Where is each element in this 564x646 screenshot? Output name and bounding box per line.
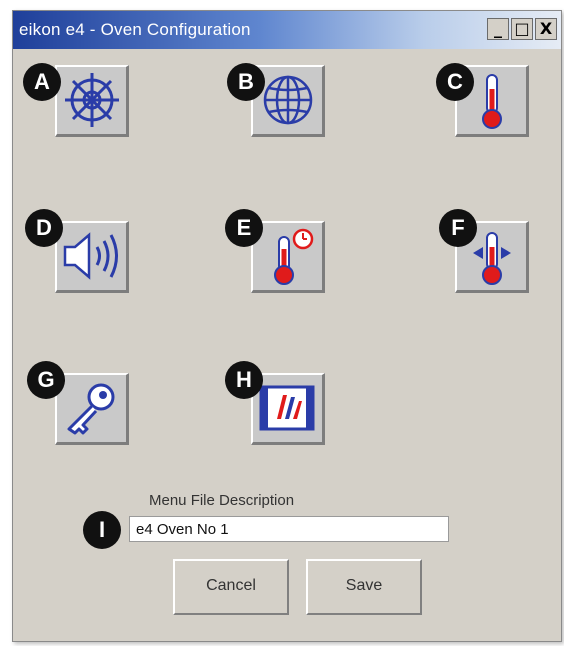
window-title: eikon e4 - Oven Configuration bbox=[19, 20, 251, 39]
menu-file-description-label: Menu File Description bbox=[149, 492, 295, 509]
sound-button[interactable] bbox=[55, 221, 129, 293]
settings-button[interactable] bbox=[55, 65, 129, 137]
security-key-button[interactable] bbox=[55, 373, 129, 445]
maximize-button[interactable]: □ bbox=[511, 18, 533, 40]
badge-c: C bbox=[436, 63, 474, 101]
badge-i: I bbox=[83, 511, 121, 549]
oven-configuration-window: eikon e4 - Oven Configuration _ □ X A B … bbox=[12, 10, 562, 642]
badge-a: A bbox=[23, 63, 61, 101]
badge-h: H bbox=[225, 361, 263, 399]
close-button[interactable]: X bbox=[535, 18, 557, 40]
speaker-icon bbox=[63, 232, 118, 280]
key-icon bbox=[67, 383, 115, 435]
logo-screen-icon bbox=[259, 385, 315, 431]
title-bar[interactable]: eikon e4 - Oven Configuration _ □ X bbox=[13, 11, 561, 49]
save-button[interactable]: Save bbox=[306, 559, 422, 615]
ships-wheel-icon bbox=[65, 73, 119, 127]
badge-e: E bbox=[225, 209, 263, 247]
badge-f: F bbox=[439, 209, 477, 247]
menu-file-description-input[interactable] bbox=[129, 516, 449, 542]
badge-d: D bbox=[25, 209, 63, 247]
badge-g: G bbox=[27, 361, 65, 399]
cancel-button[interactable]: Cancel bbox=[173, 559, 289, 615]
badge-b: B bbox=[227, 63, 265, 101]
minimize-button[interactable]: _ bbox=[487, 18, 509, 40]
thermometer-clock-icon bbox=[274, 228, 314, 285]
